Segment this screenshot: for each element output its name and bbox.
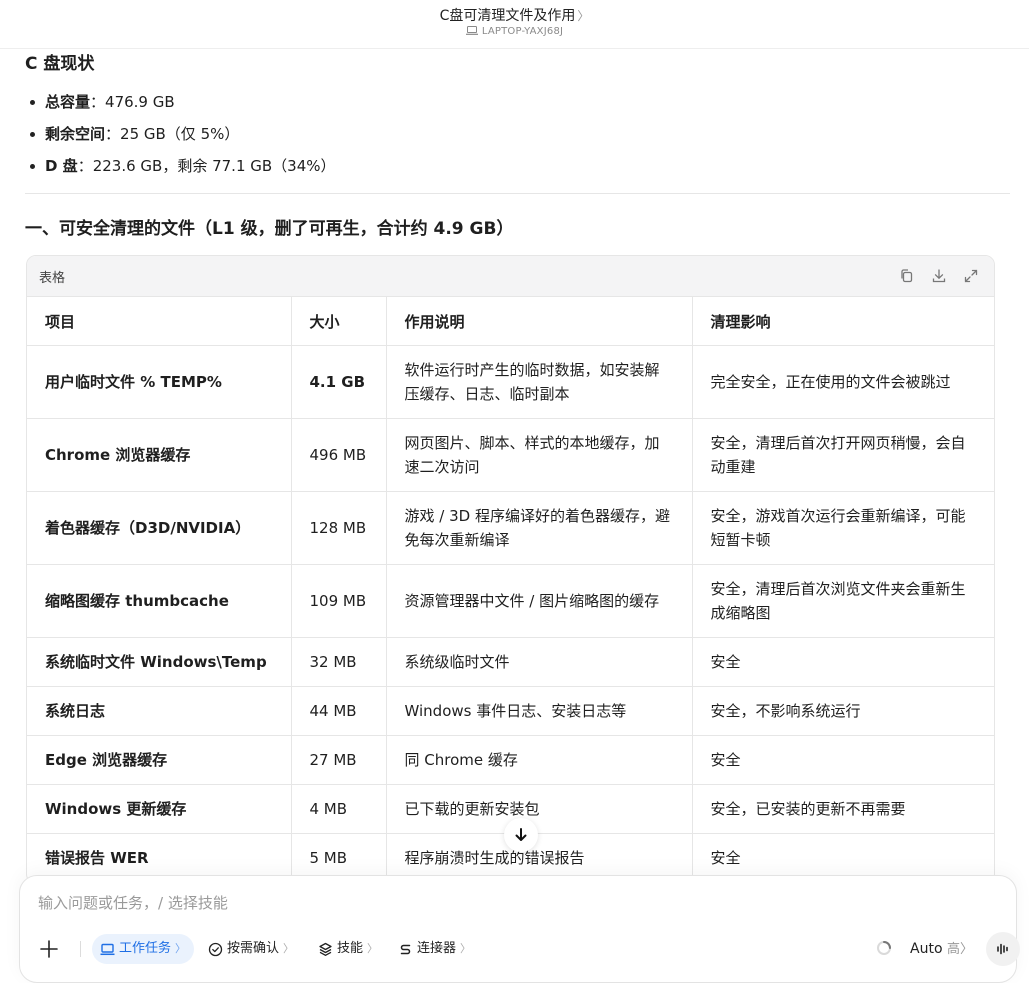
window-header: C盘可清理文件及作用〉 LAPTOP-YAXJ68J [0,0,1029,49]
cell-item: Windows 更新缓存 [27,784,292,834]
cell-impact: 安全，已安装的更新不再需要 [692,784,994,834]
conversation-title[interactable]: C盘可清理文件及作用〉 [0,5,1029,25]
connectors-chip[interactable]: 连接器〉 [390,934,479,964]
cell-impact: 安全，游戏首次运行会重新编译，可能短暂卡顿 [692,491,994,565]
table-row: 系统临时文件 Windows\Temp 32 MB 系统级临时文件 安全 [27,637,994,687]
column-header: 清理影响 [692,297,994,346]
cell-desc: 系统级临时文件 [386,637,693,687]
cell-desc: 软件运行时产生的临时数据，如安装解压缓存、日志、临时副本 [386,345,693,419]
cell-size: 27 MB [291,735,387,785]
cell-desc: 已下载的更新安装包 [386,784,693,834]
arrow-down-icon [515,828,527,841]
cell-item: Edge 浏览器缓存 [27,735,292,785]
column-header: 作用说明 [386,297,693,346]
table-row: Chrome 浏览器缓存 496 MB 网页图片、脚本、样式的本地缓存，加速二次… [27,418,994,492]
table-row: 用户临时文件 % TEMP% 4.1 GB 软件运行时产生的临时数据，如安装解压… [27,345,994,419]
chevron-right-icon: 〉 [577,9,590,23]
table-row: Edge 浏览器缓存 27 MB 同 Chrome 缓存 安全 [27,735,994,785]
divider [25,193,1010,194]
loading-spinner-icon [877,941,891,955]
cell-impact: 安全 [692,735,994,785]
status-list: 总容量：476.9 GB 剩余空间：25 GB（仅 5%） D 盘：223.6 … [25,90,336,186]
cell-size: 32 MB [291,637,387,687]
cell-size: 128 MB [291,491,387,565]
prompt-input[interactable]: 输入问题或任务，/ 选择技能 [38,892,228,913]
check-circle-icon [208,942,223,956]
cell-impact: 安全，不影响系统运行 [692,686,994,736]
table-card-header: 表格 [27,256,994,297]
voice-input-button[interactable] [986,932,1020,966]
cell-impact: 完全安全，正在使用的文件会被跳过 [692,345,994,419]
data-table: 项目 大小 作用说明 清理影响 用户临时文件 % TEMP% 4.1 GB 软件… [27,297,994,883]
cell-desc: 网页图片、脚本、样式的本地缓存，加速二次访问 [386,418,693,492]
download-icon[interactable] [930,267,948,285]
status-heading: C 盘现状 [25,54,95,74]
cell-item: 着色器缓存（D3D/NVIDIA） [27,491,292,565]
layers-icon [319,942,332,956]
table-header-row: 项目 大小 作用说明 清理影响 [27,297,994,346]
table-row: 系统日志 44 MB Windows 事件日志、安装日志等 安全，不影响系统运行 [27,686,994,736]
scroll-to-bottom-button[interactable] [504,818,538,852]
list-item: 总容量：476.9 GB [25,90,336,122]
cell-desc: 同 Chrome 缓存 [386,735,693,785]
confirm-mode-chip[interactable]: 按需确认〉 [200,934,302,964]
skills-chip[interactable]: 技能〉 [310,934,386,964]
waveform-icon [997,943,1008,955]
cell-impact: 安全，清理后首次浏览文件夹会重新生成缩略图 [692,564,994,638]
composer-toolbar: 工作任务〉 按需确认〉 技能〉 连接器〉 Auto 高〉 [30,932,1020,966]
cell-item: 缩略图缓存 thumbcache [27,564,292,638]
cell-desc: 游戏 / 3D 程序编译好的着色器缓存，避免每次重新编译 [386,491,693,565]
table-row: 缩略图缓存 thumbcache 109 MB 资源管理器中文件 / 图片缩略图… [27,564,994,638]
cell-item: 系统临时文件 Windows\Temp [27,637,292,687]
section-heading: 一、可安全清理的文件（L1 级，删了可再生，合计约 4.9 GB） [25,219,514,239]
table-row: 着色器缓存（D3D/NVIDIA） 128 MB 游戏 / 3D 程序编译好的着… [27,491,994,565]
divider [80,941,81,957]
expand-icon[interactable] [962,267,980,285]
cell-size: 496 MB [291,418,387,492]
cell-item: 系统日志 [27,686,292,736]
cell-item: 用户临时文件 % TEMP% [27,345,292,419]
cell-item: Chrome 浏览器缓存 [27,418,292,492]
cell-size: 4.1 GB [291,345,387,419]
plus-icon[interactable] [36,936,62,962]
cell-desc: Windows 事件日志、安装日志等 [386,686,693,736]
table-card: 表格 项目 大小 作用说明 清理影响 用户临时文件 % TEMP% 4.1 GB… [26,255,995,884]
chat-composer: 输入问题或任务，/ 选择技能 工作任务〉 按需确认〉 技能〉 连接器〉 Auto… [19,875,1020,983]
laptop-icon [100,943,115,955]
cell-size: 44 MB [291,686,387,736]
laptop-icon [465,26,478,35]
column-header: 大小 [291,297,387,346]
work-task-chip[interactable]: 工作任务〉 [92,934,195,964]
cell-size: 4 MB [291,784,387,834]
cell-size: 109 MB [291,564,387,638]
model-selector[interactable]: Auto 高〉 [910,934,973,964]
copy-icon[interactable] [898,267,916,285]
device-label: LAPTOP-YAXJ68J [0,26,1029,37]
list-item: 剩余空间：25 GB（仅 5%） [25,122,336,154]
connector-icon [400,944,411,954]
cell-impact: 安全，清理后首次打开网页稍慢，会自动重建 [692,418,994,492]
list-item: D 盘：223.6 GB，剩余 77.1 GB（34%） [25,154,336,186]
cell-impact: 安全 [692,637,994,687]
cell-desc: 资源管理器中文件 / 图片缩略图的缓存 [386,564,693,638]
table-card-label: 表格 [39,271,66,286]
column-header: 项目 [27,297,292,346]
